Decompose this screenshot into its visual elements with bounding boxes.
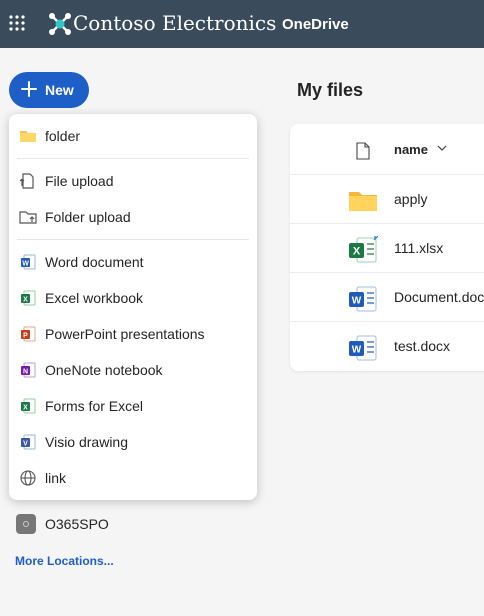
onenote-icon: N — [21, 362, 36, 378]
file-upload-icon — [19, 173, 34, 189]
svg-text:X: X — [23, 404, 28, 411]
globe-icon — [20, 470, 36, 486]
page-title: My files — [297, 80, 364, 100]
file-type-icon[interactable] — [356, 142, 370, 160]
file-name: Document.docx — [394, 289, 484, 305]
folder-icon — [349, 192, 377, 211]
chevron-down-icon[interactable] — [437, 144, 447, 152]
menu-item-label: Word document — [45, 254, 144, 270]
menu-item-file-upload[interactable]: File upload — [9, 166, 257, 196]
excel-file-icon: X — [349, 236, 378, 263]
app-launcher-icon[interactable] — [8, 14, 26, 32]
folder-upload-icon — [19, 211, 37, 224]
new-button[interactable]: New — [9, 72, 89, 108]
svg-text:V: V — [23, 440, 28, 447]
new-menu: folder File upload Folder upload W Word … — [9, 114, 257, 500]
menu-item-label: Visio drawing — [45, 434, 129, 450]
excel-icon: X — [21, 290, 36, 306]
svg-text:W: W — [22, 260, 29, 267]
menu-item-label: folder — [45, 128, 81, 144]
menu-item-folder-upload[interactable]: Folder upload — [9, 202, 257, 232]
menu-item-label: PowerPoint presentations — [45, 326, 205, 342]
forms-excel-icon: X — [21, 398, 36, 414]
menu-item-powerpoint[interactable]: P PowerPoint presentations — [9, 319, 257, 349]
word-file-icon: W — [349, 335, 377, 361]
visio-icon: V — [21, 434, 36, 450]
menu-item-visio-drawing[interactable]: V Visio drawing — [9, 427, 257, 457]
menu-item-label: File upload — [45, 173, 114, 189]
menu-item-folder[interactable]: folder — [9, 121, 257, 151]
menu-item-label: Excel workbook — [45, 290, 144, 306]
menu-item-link[interactable]: link — [9, 463, 257, 493]
new-button-label: New — [45, 82, 74, 98]
menu-item-onenote[interactable]: N OneNote notebook — [9, 355, 257, 385]
word-icon: W — [21, 254, 36, 270]
more-locations-link[interactable]: More Locations... — [15, 554, 114, 568]
word-file-icon: W — [349, 286, 377, 312]
file-row[interactable]: X 111.xlsx — [290, 223, 484, 273]
svg-text:P: P — [23, 332, 28, 339]
file-name: test.docx — [394, 338, 451, 354]
top-bar: Contoso Electronics OneDrive — [0, 0, 484, 48]
menu-item-forms-for-excel[interactable]: X Forms for Excel — [9, 391, 257, 421]
brand-name[interactable]: Contoso Electronics — [73, 11, 276, 35]
plus-icon — [21, 81, 37, 97]
svg-text:X: X — [23, 296, 28, 303]
menu-divider — [17, 158, 249, 159]
file-row[interactable]: W test.docx — [290, 321, 484, 371]
menu-item-word-document[interactable]: W Word document — [9, 247, 257, 277]
menu-item-label: Forms for Excel — [45, 398, 144, 414]
menu-item-excel-workbook[interactable]: X Excel workbook — [9, 283, 257, 313]
svg-text:W: W — [352, 345, 362, 356]
svg-text:W: W — [352, 296, 362, 307]
file-list: name apply X 111.xlsx W Document.docx W … — [290, 124, 484, 371]
contoso-logo-icon — [49, 13, 71, 35]
file-name: 111.xlsx — [394, 240, 444, 256]
svg-text:X: X — [353, 246, 361, 258]
file-name: apply — [394, 191, 428, 207]
menu-item-label: OneNote notebook — [45, 362, 163, 378]
app-name[interactable]: OneDrive — [282, 16, 349, 33]
powerpoint-icon: P — [21, 326, 36, 342]
file-row[interactable]: apply — [290, 174, 484, 224]
menu-divider — [17, 239, 249, 240]
column-header-name[interactable]: name — [394, 142, 428, 157]
menu-item-label: Folder upload — [45, 209, 131, 225]
folder-icon — [20, 131, 36, 142]
location-label: O365SPO — [45, 516, 109, 532]
file-row[interactable]: W Document.docx — [290, 272, 484, 322]
menu-item-label: link — [45, 470, 67, 486]
svg-text:N: N — [23, 368, 28, 375]
site-badge-icon — [16, 514, 36, 534]
